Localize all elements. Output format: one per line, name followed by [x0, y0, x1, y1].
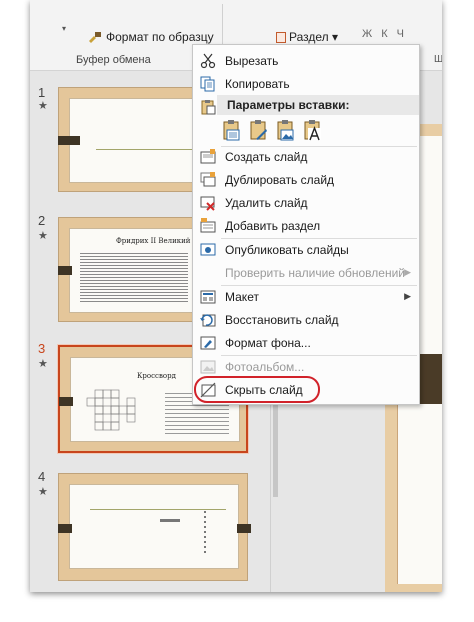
slide-number: 4 [38, 469, 46, 484]
menu-label: Макет [225, 289, 259, 304]
add-section-icon [200, 218, 216, 234]
menu-label: Создать слайд [225, 149, 308, 164]
slide-text-block [80, 251, 188, 303]
menu-item-new-slide[interactable]: Создать слайд [193, 145, 419, 168]
submenu-arrow-icon: ▶ [404, 291, 411, 301]
menu-item-check-updates: Проверить наличие обновлений ▶ [193, 261, 419, 284]
decor-bar [237, 524, 251, 533]
menu-item-publish-slides[interactable]: Опубликовать слайды [193, 238, 419, 261]
menu-label: Удалить слайд [225, 195, 308, 210]
clipboard-icon [200, 99, 216, 115]
title-underline [90, 509, 226, 510]
paste-dropdown-arrow[interactable]: ▾ [62, 24, 66, 33]
delete-slide-icon [200, 195, 216, 211]
menu-item-layout[interactable]: Макет ▶ [193, 285, 419, 308]
menu-item-copy[interactable]: Копировать [193, 72, 419, 95]
slide-text-line [160, 519, 180, 522]
transition-star-icon: ★ [38, 230, 48, 242]
crossword-grid [86, 389, 136, 431]
slide-thumbnail-4[interactable] [58, 473, 251, 581]
reset-slide-icon [200, 312, 216, 328]
slide-number: 3 [38, 341, 46, 356]
decor-bar [59, 397, 73, 406]
menu-item-duplicate-slide[interactable]: Дублировать слайд [193, 168, 419, 191]
format-painter-label: Формат по образцу [106, 30, 214, 44]
decor-bar [58, 524, 72, 533]
format-background-icon [200, 335, 216, 351]
section-label: Раздел ▾ [289, 30, 339, 44]
slide-content-area [69, 484, 239, 569]
section-icon [276, 31, 286, 43]
menu-label: Формат фона... [225, 335, 311, 350]
context-menu: Вырезать Копировать Параметры вставки: С… [192, 44, 420, 405]
paste-use-destination-theme-icon[interactable] [223, 119, 241, 141]
menu-label: Добавить раздел [225, 218, 321, 233]
transition-star-icon: ★ [38, 100, 48, 112]
menu-label: Восстановить слайд [225, 312, 339, 327]
paste-text-only-icon[interactable] [304, 119, 322, 141]
menu-item-format-background[interactable]: Формат фона... [193, 331, 419, 354]
paste-picture-icon[interactable] [277, 119, 295, 141]
paste-options-header: Параметры вставки: [193, 95, 419, 115]
font-format-buttons[interactable]: Ж К Ч [362, 28, 407, 40]
duplicate-slide-icon [200, 172, 216, 188]
layout-icon [200, 289, 216, 305]
decor-bar [58, 136, 80, 145]
photo-album-icon [200, 359, 216, 375]
paste-keep-formatting-icon[interactable] [250, 119, 268, 141]
transition-star-icon: ★ [38, 486, 48, 498]
paste-options-row [193, 115, 419, 145]
new-slide-icon [200, 149, 216, 165]
scissors-icon [200, 53, 216, 69]
menu-item-photo-album: Фотоальбом... [193, 355, 419, 378]
menu-item-delete-slide[interactable]: Удалить слайд [193, 191, 419, 214]
publish-slides-icon [200, 242, 216, 258]
menu-label: Дублировать слайд [225, 172, 335, 187]
menu-label: Вырезать [225, 53, 279, 68]
menu-item-cut[interactable]: Вырезать [193, 49, 419, 72]
clipboard-group-label: Буфер обмена [76, 54, 151, 66]
submenu-arrow-icon: ▶ [404, 267, 411, 277]
transition-star-icon: ★ [38, 358, 48, 370]
menu-label: Фотоальбом... [225, 359, 305, 374]
hide-slide-highlight-ring [194, 376, 320, 403]
vertical-text [204, 511, 206, 555]
menu-label: Опубликовать слайды [225, 242, 349, 257]
decor-bar [58, 266, 72, 275]
menu-label: Копировать [225, 76, 290, 91]
slide-number: 2 [38, 213, 46, 228]
slide-title: Фридрих II Великий [116, 237, 191, 245]
menu-item-reset-slide[interactable]: Восстановить слайд [193, 308, 419, 331]
paste-header-label: Параметры вставки: [227, 98, 350, 112]
section-button[interactable]: Раздел ▾ [276, 30, 338, 44]
format-painter-button[interactable]: Формат по образцу [88, 30, 214, 44]
menu-label: Проверить наличие обновлений [225, 265, 405, 280]
paste-header-bg: Параметры вставки: [217, 95, 419, 115]
copy-icon [200, 76, 216, 92]
menu-item-add-section[interactable]: Добавить раздел [193, 214, 419, 237]
brush-icon [88, 31, 102, 43]
slide-title: Кроссворд [137, 372, 176, 380]
paragraph-group-label: Ш [434, 54, 442, 65]
slide-number: 1 [38, 85, 46, 100]
